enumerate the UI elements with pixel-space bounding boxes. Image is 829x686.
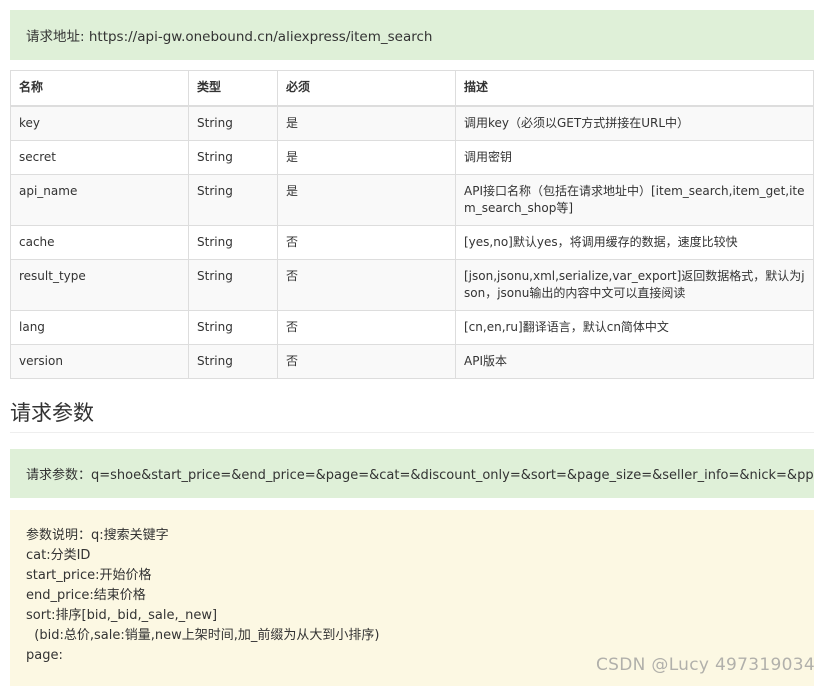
request-url-text: 请求地址: https://api-gw.onebound.cn/aliexpr… <box>26 29 433 45</box>
param-name: key <box>10 105 189 141</box>
section-heading-request-params: 请求参数 <box>10 398 814 433</box>
table-row: api_name String 是 API接口名称（包括在请求地址中）[item… <box>10 174 814 226</box>
param-required: 否 <box>277 225 456 260</box>
param-description: [json,jsonu,xml,serialize,var_export]返回数… <box>455 259 814 311</box>
table-row: lang String 否 [cn,en,ru]翻译语言，默认cn简体中文 <box>10 310 814 345</box>
param-description: API版本 <box>455 344 814 379</box>
watermark: CSDN @Lucy 497319034 <box>596 655 815 675</box>
param-type: String <box>188 310 278 345</box>
param-description-line: 参数说明：q:搜索关键字 <box>26 528 169 543</box>
param-description: 调用key（必须以GET方式拼接在URL中） <box>455 105 814 141</box>
param-description-line: start_price:开始价格 <box>26 568 152 583</box>
table-row: key String 是 调用key（必须以GET方式拼接在URL中） <box>10 105 814 141</box>
param-description: 调用密钥 <box>455 140 814 175</box>
table-row: secret String 是 调用密钥 <box>10 140 814 175</box>
param-description: [cn,en,ru]翻译语言，默认cn简体中文 <box>455 310 814 345</box>
param-type: String <box>188 344 278 379</box>
table-row: cache String 否 [yes,no]默认yes，将调用缓存的数据，速度… <box>10 225 814 260</box>
param-type: String <box>188 225 278 260</box>
param-required: 是 <box>277 140 456 175</box>
param-name: result_type <box>10 259 189 311</box>
header-required: 必须 <box>277 70 456 107</box>
param-type: String <box>188 105 278 141</box>
header-type: 类型 <box>188 70 278 107</box>
table-header-row: 名称 类型 必须 描述 <box>10 70 814 107</box>
param-required: 是 <box>277 105 456 141</box>
param-required: 是 <box>277 174 456 226</box>
param-description-line: (bid:总价,sale:销量,new上架时间,加_前缀为从大到小排序) <box>26 628 380 643</box>
parameters-table: 名称 类型 必须 描述 key String 是 调用key（必须以GET方式拼… <box>10 70 814 379</box>
param-required: 否 <box>277 344 456 379</box>
param-description-line: end_price:结束价格 <box>26 588 146 603</box>
param-name: lang <box>10 310 189 345</box>
param-required: 否 <box>277 310 456 345</box>
param-type: String <box>188 140 278 175</box>
param-description: [yes,no]默认yes，将调用缓存的数据，速度比较快 <box>455 225 814 260</box>
query-params-text: 请求参数：q=shoe&start_price=&end_price=&page… <box>26 468 814 483</box>
table-row: result_type String 否 [json,jsonu,xml,ser… <box>10 259 814 311</box>
table-row: version String 否 API版本 <box>10 344 814 379</box>
param-type: String <box>188 259 278 311</box>
param-description: API接口名称（包括在请求地址中）[item_search,item_get,i… <box>455 174 814 226</box>
param-name: secret <box>10 140 189 175</box>
param-type: String <box>188 174 278 226</box>
param-description-line: cat:分类ID <box>26 548 91 563</box>
param-required: 否 <box>277 259 456 311</box>
header-description: 描述 <box>455 70 814 107</box>
param-name: api_name <box>10 174 189 226</box>
query-params-banner: 请求参数：q=shoe&start_price=&end_price=&page… <box>10 449 814 498</box>
request-url-banner: 请求地址: https://api-gw.onebound.cn/aliexpr… <box>10 10 814 60</box>
header-name: 名称 <box>10 70 189 107</box>
param-name: cache <box>10 225 189 260</box>
param-name: version <box>10 344 189 379</box>
param-description-line: sort:排序[bid,_bid,_sale,_new] <box>26 608 218 623</box>
